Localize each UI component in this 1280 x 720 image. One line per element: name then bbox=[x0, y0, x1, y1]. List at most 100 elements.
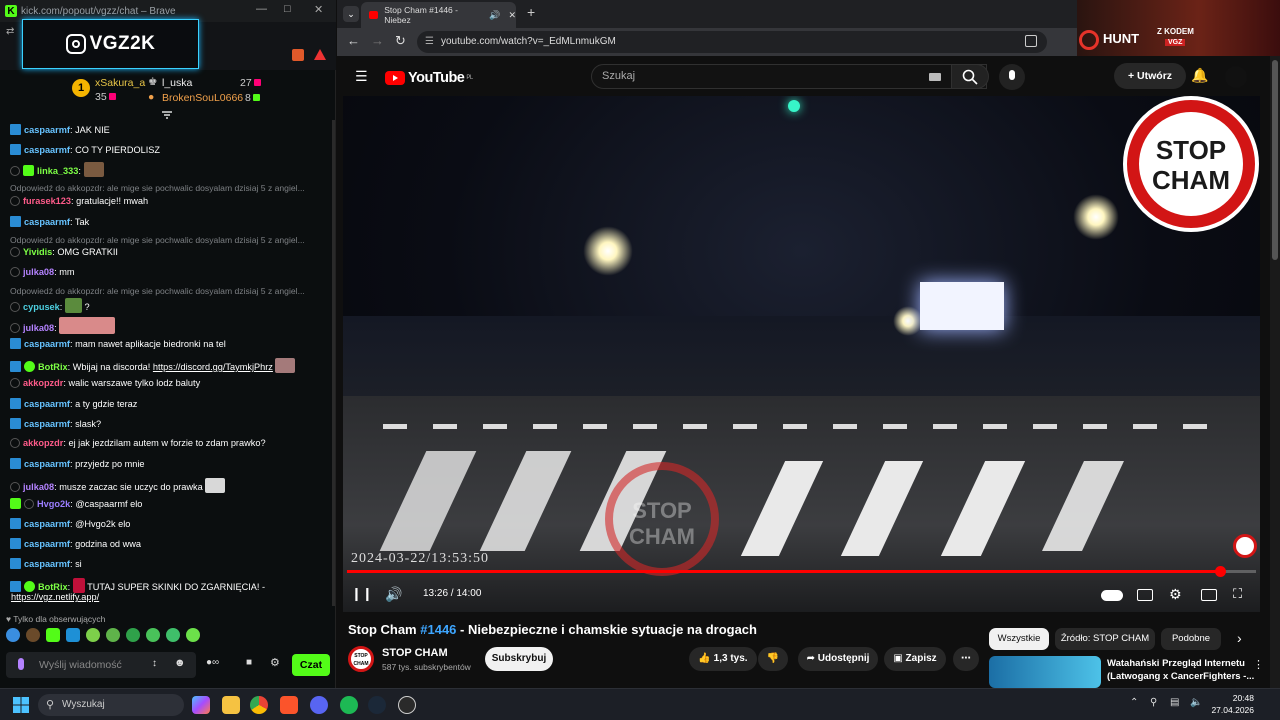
emote-icon[interactable] bbox=[126, 628, 140, 642]
chat-message-input[interactable]: Wyślij wiadomość bbox=[6, 652, 196, 678]
chat-username[interactable]: akkopzdr bbox=[23, 438, 63, 448]
emote-icon[interactable] bbox=[46, 628, 60, 642]
episode-hashtag[interactable]: #1446 bbox=[420, 622, 456, 637]
chat-username[interactable]: linka_333 bbox=[37, 166, 78, 176]
share-button[interactable]: ➦ Udostępnij bbox=[798, 647, 878, 671]
hamburger-menu-icon[interactable]: ☰ bbox=[355, 68, 368, 85]
dislike-button[interactable]: 👎 bbox=[758, 647, 788, 671]
pause-icon[interactable]: ❙❙ bbox=[351, 586, 373, 604]
tab-youtube[interactable]: Stop Cham #1446 - Niebez 🔊 ✕ bbox=[361, 2, 516, 28]
speaker-icon[interactable]: 🔈 bbox=[1190, 697, 1202, 708]
channel-watermark-icon[interactable] bbox=[1233, 534, 1257, 558]
emote-icon[interactable] bbox=[166, 628, 180, 642]
chat-username[interactable]: caspaarmf bbox=[24, 559, 70, 569]
reply-context[interactable]: Odpowiedź do akkopzdr: ale mige sie poch… bbox=[10, 286, 328, 296]
chat-username[interactable]: caspaarmf bbox=[24, 339, 70, 349]
taskbar-search[interactable]: ⚲ Wyszukaj bbox=[38, 694, 184, 716]
volume-icon[interactable]: 🔊 bbox=[385, 586, 403, 604]
emote-icon[interactable] bbox=[6, 628, 20, 642]
chat-username[interactable]: caspaarmf bbox=[24, 539, 70, 549]
create-button[interactable]: + Utwórz bbox=[1114, 63, 1186, 89]
chat-username[interactable]: akkopzdr bbox=[23, 378, 63, 388]
file-explorer-icon[interactable] bbox=[222, 696, 240, 714]
emoji-icon[interactable]: ☻ bbox=[174, 657, 186, 669]
vgz-link[interactable]: https://vgz.netlify.app/ bbox=[11, 592, 99, 602]
chat-username[interactable]: cypusek bbox=[23, 302, 60, 312]
chat-username[interactable]: Yividis bbox=[23, 247, 52, 257]
mic-icon[interactable] bbox=[18, 658, 24, 670]
maximize-icon[interactable]: □ bbox=[284, 3, 291, 15]
chat-username[interactable]: caspaarmf bbox=[24, 399, 70, 409]
windows-start-icon[interactable] bbox=[13, 697, 29, 713]
screen-share-icon[interactable] bbox=[1025, 35, 1037, 47]
reply-context[interactable]: Odpowiedź do akkopzdr: ale mige sie poch… bbox=[10, 183, 328, 193]
back-icon[interactable]: ← bbox=[347, 33, 360, 48]
notifications-icon[interactable]: 🔔 bbox=[1191, 67, 1208, 84]
leaderboard-name-1[interactable]: xSakura_a bbox=[95, 77, 145, 89]
reply-context[interactable]: Odpowiedź do akkopzdr: ale mige sie poch… bbox=[10, 235, 328, 245]
close-icon[interactable]: ✕ bbox=[314, 3, 323, 16]
chat-username[interactable]: caspaarmf bbox=[24, 419, 70, 429]
recommendation-more-icon[interactable]: ⋮ bbox=[1253, 658, 1264, 671]
forward-icon[interactable]: → bbox=[371, 33, 384, 48]
save-button[interactable]: ▣ Zapisz bbox=[884, 647, 946, 671]
chat-username[interactable]: caspaarmf bbox=[24, 125, 70, 135]
network-icon[interactable]: ▤ bbox=[1170, 697, 1179, 708]
chat-username[interactable]: caspaarmf bbox=[24, 519, 70, 529]
brave-icon[interactable] bbox=[280, 696, 298, 714]
leaderboard-name-2[interactable]: l_uska bbox=[162, 77, 192, 89]
chat-username[interactable]: Hvgo2k bbox=[37, 499, 70, 509]
tune-icon[interactable]: ⇄ bbox=[6, 26, 14, 37]
audio-icon[interactable]: 🔊 bbox=[489, 10, 500, 21]
new-tab-icon[interactable]: + bbox=[527, 4, 535, 20]
chip-all[interactable]: Wszystkie bbox=[989, 628, 1049, 650]
subscribe-button[interactable]: Subskrybuj bbox=[485, 647, 553, 671]
chip-source[interactable]: Źródło: STOP CHAM bbox=[1055, 628, 1155, 650]
tab-menu-icon[interactable]: ⌄ bbox=[343, 6, 359, 22]
avatar[interactable] bbox=[1225, 66, 1247, 88]
emote-icon[interactable] bbox=[26, 628, 40, 642]
chrome-icon[interactable] bbox=[250, 696, 268, 714]
brave-shield-icon[interactable] bbox=[292, 49, 304, 61]
chat-username[interactable]: caspaarmf bbox=[24, 145, 70, 155]
discord-link[interactable]: https://discord.gg/TaymkjPhrz bbox=[153, 362, 273, 372]
translate-icon[interactable]: ↕ bbox=[152, 658, 157, 669]
settings-icon[interactable]: ⚙ bbox=[270, 656, 280, 669]
discord-icon[interactable] bbox=[310, 696, 328, 714]
spotify-icon[interactable] bbox=[340, 696, 358, 714]
miniplayer-icon[interactable] bbox=[1201, 589, 1217, 601]
recommendation-thumbnail[interactable] bbox=[989, 656, 1101, 688]
steam-icon[interactable] bbox=[368, 696, 386, 714]
video-player[interactable]: STOP CHAM STOP CHAM 2024-03-22/13:53:50 ❙❙… bbox=[343, 96, 1260, 612]
close-tab-icon[interactable]: ✕ bbox=[508, 10, 516, 21]
voice-search-button[interactable] bbox=[999, 64, 1025, 90]
settings-icon[interactable]: ⚙ bbox=[1169, 586, 1187, 604]
chat-username[interactable]: BotRix bbox=[38, 582, 68, 592]
address-bar[interactable]: ☰ youtube.com/watch?v=_EdMLnmukGM bbox=[417, 31, 1047, 53]
tray-overflow-icon[interactable]: ⌃ bbox=[1130, 697, 1138, 708]
chip-related[interactable]: Podobne bbox=[1161, 628, 1221, 650]
recommendation-title[interactable]: Watahański Przegląd Internetu (Latwogang… bbox=[1107, 657, 1257, 683]
channel-avatar[interactable]: STOP CHAM bbox=[348, 646, 374, 672]
page-scrollbar[interactable] bbox=[1270, 56, 1280, 688]
brave-rewards-icon[interactable] bbox=[314, 49, 326, 60]
chat-username[interactable]: caspaarmf bbox=[24, 459, 70, 469]
chat-username[interactable]: furasek123 bbox=[23, 196, 71, 206]
scrollbar-thumb[interactable] bbox=[1272, 60, 1278, 260]
location-icon[interactable]: ⚲ bbox=[1150, 697, 1157, 708]
chat-scrollbar[interactable] bbox=[332, 120, 335, 606]
chat-username[interactable]: julka08 bbox=[23, 482, 54, 492]
chat-username[interactable]: julka08 bbox=[23, 323, 54, 333]
chat-username[interactable]: julka08 bbox=[23, 267, 54, 277]
emote-icon[interactable] bbox=[146, 628, 160, 642]
channel-name[interactable]: STOP CHAM bbox=[382, 647, 448, 659]
copilot-icon[interactable] bbox=[192, 696, 210, 714]
users-icon[interactable]: ●∞ bbox=[206, 657, 219, 668]
site-info-icon[interactable]: ☰ bbox=[425, 31, 434, 53]
keyboard-icon[interactable] bbox=[929, 73, 941, 81]
emote-icon[interactable] bbox=[186, 628, 200, 642]
system-clock[interactable]: 20:48 27.04.2026 bbox=[1211, 692, 1254, 716]
subtitles-icon[interactable] bbox=[1137, 589, 1153, 601]
gift-icon[interactable]: ■ bbox=[246, 657, 252, 668]
autoplay-toggle[interactable] bbox=[1101, 590, 1123, 601]
